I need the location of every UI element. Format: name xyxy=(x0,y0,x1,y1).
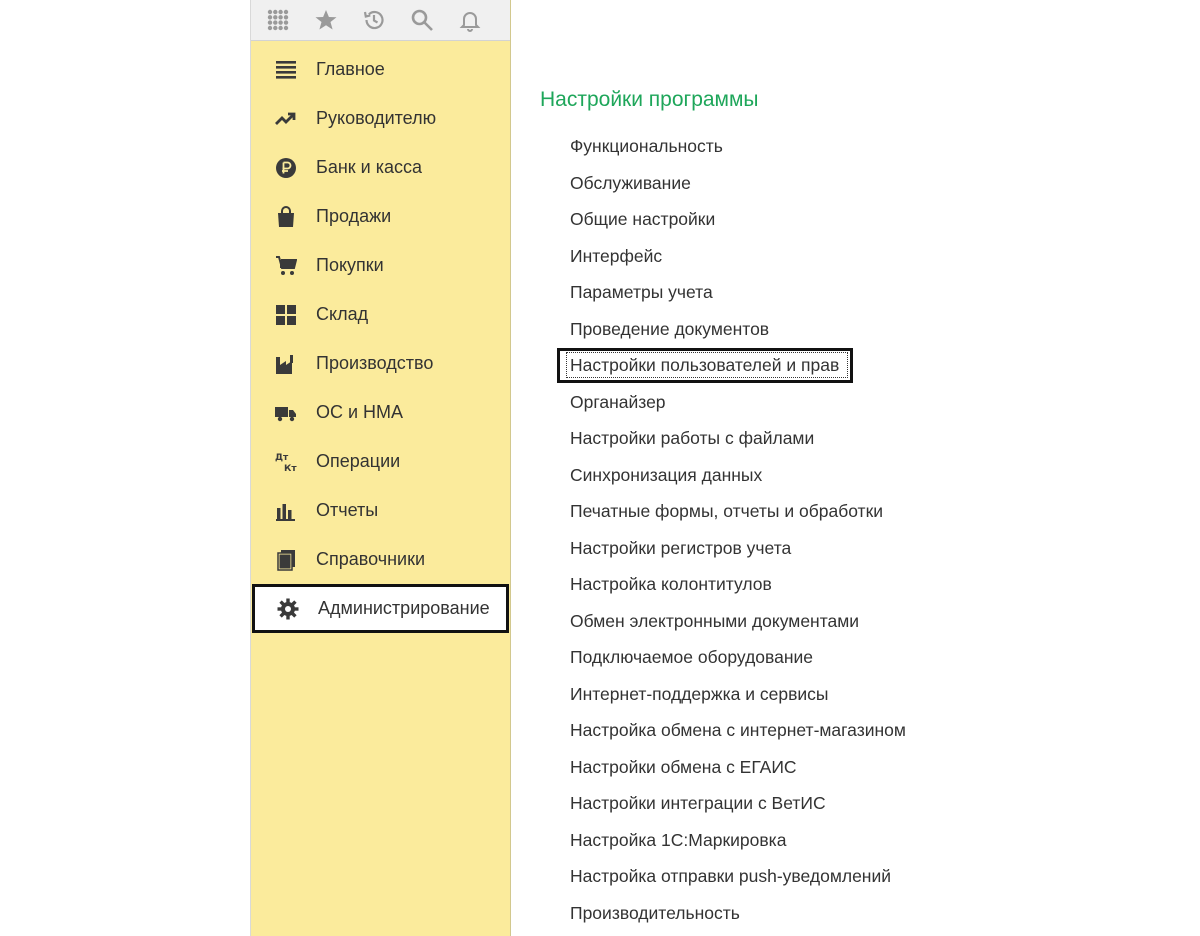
settings-link-accounting-parameters[interactable]: Параметры учета xyxy=(570,274,906,311)
sidebar-item-reports[interactable]: Отчеты xyxy=(251,486,510,535)
settings-list: Функциональность Обслуживание Общие наст… xyxy=(557,128,906,932)
settings-link-eshop-exchange[interactable]: Настройка обмена с интернет-магазином xyxy=(570,712,906,749)
settings-link-general[interactable]: Общие настройки xyxy=(570,201,906,238)
apps-grid-icon[interactable] xyxy=(265,7,291,33)
sidebar-item-production[interactable]: Производство xyxy=(251,339,510,388)
sidebar-item-purchases[interactable]: Покупки xyxy=(251,241,510,290)
settings-link-file-settings[interactable]: Настройки работы с файлами xyxy=(570,420,906,457)
sidebar-item-assets[interactable]: ОС и НМА xyxy=(251,388,510,437)
sidebar-item-label: Операции xyxy=(316,451,401,471)
section-nav: Главное Руководителю Банк и касса Продаж… xyxy=(251,45,510,633)
settings-link-maintenance[interactable]: Обслуживание xyxy=(570,165,906,202)
settings-link-organizer[interactable]: Органайзер xyxy=(570,384,906,421)
settings-link-internet-support[interactable]: Интернет-поддержка и сервисы xyxy=(570,676,906,713)
history-icon[interactable] xyxy=(361,7,387,33)
page-title: Настройки программы xyxy=(540,88,759,111)
sidebar-item-manager[interactable]: Руководителю xyxy=(251,94,510,143)
sidebar: Главное Руководителю Банк и касса Продаж… xyxy=(250,0,511,936)
settings-link-egais[interactable]: Настройки обмена с ЕГАИС xyxy=(570,749,906,786)
svg-text:Кт: Кт xyxy=(284,464,297,473)
settings-link-functionality[interactable]: Функциональность xyxy=(570,128,906,165)
sidebar-item-operations[interactable]: Дт Кт Операции xyxy=(251,437,510,486)
bar-chart-icon xyxy=(274,499,298,523)
sidebar-item-bank[interactable]: Банк и касса xyxy=(251,143,510,192)
cart-icon xyxy=(274,254,298,278)
dt-kt-icon: Дт Кт xyxy=(274,450,298,474)
ruble-icon xyxy=(274,156,298,180)
sidebar-item-warehouse[interactable]: Склад xyxy=(251,290,510,339)
trend-icon xyxy=(274,107,298,131)
sidebar-item-label: Администрирование xyxy=(318,598,490,618)
settings-link-print-forms[interactable]: Печатные формы, отчеты и обработки xyxy=(570,493,906,530)
sidebar-item-directories[interactable]: Справочники xyxy=(251,535,510,584)
settings-link-data-sync[interactable]: Синхронизация данных xyxy=(570,457,906,494)
settings-link-equipment[interactable]: Подключаемое оборудование xyxy=(570,639,906,676)
warehouse-icon xyxy=(274,303,298,327)
sidebar-item-sales[interactable]: Продажи xyxy=(251,192,510,241)
shopping-bag-icon xyxy=(274,205,298,229)
gear-icon xyxy=(276,597,300,621)
truck-icon xyxy=(274,401,298,425)
settings-link-interface[interactable]: Интерфейс xyxy=(570,238,906,275)
factory-icon xyxy=(274,352,298,376)
sidebar-item-main[interactable]: Главное xyxy=(251,45,510,94)
settings-link-registers[interactable]: Настройки регистров учета xyxy=(570,530,906,567)
sidebar-item-label: Производство xyxy=(316,353,434,373)
menu-lines-icon xyxy=(274,58,298,82)
sidebar-item-label: Главное xyxy=(316,59,385,79)
sidebar-item-label: Покупки xyxy=(316,255,384,275)
settings-link-vetis[interactable]: Настройки интеграции с ВетИС xyxy=(570,785,906,822)
settings-link-headers-footers[interactable]: Настройка колонтитулов xyxy=(570,566,906,603)
books-icon xyxy=(274,548,298,572)
settings-link-marking[interactable]: Настройка 1С:Маркировка xyxy=(570,822,906,859)
settings-link-document-posting[interactable]: Проведение документов xyxy=(570,311,906,348)
sidebar-item-label: Банк и касса xyxy=(316,157,422,177)
svg-text:Дт: Дт xyxy=(275,453,289,463)
sidebar-item-label: Продажи xyxy=(316,206,392,226)
settings-link-performance[interactable]: Производительность xyxy=(570,895,906,932)
sidebar-item-label: ОС и НМА xyxy=(316,402,404,422)
star-icon[interactable] xyxy=(313,7,339,33)
sidebar-item-label: Справочники xyxy=(316,549,426,569)
search-icon[interactable] xyxy=(409,7,435,33)
settings-link-push[interactable]: Настройка отправки push-уведомлений xyxy=(570,858,906,895)
settings-link-users-and-rights[interactable]: Настройки пользователей и прав xyxy=(557,347,906,384)
toolbar xyxy=(251,0,510,41)
sidebar-item-label: Руководителю xyxy=(316,108,437,128)
bell-icon[interactable] xyxy=(457,7,483,33)
settings-link-edi[interactable]: Обмен электронными документами xyxy=(570,603,906,640)
sidebar-item-label: Отчеты xyxy=(316,500,379,520)
sidebar-item-label: Склад xyxy=(316,304,369,324)
sidebar-item-administration[interactable]: Администрирование xyxy=(252,584,509,633)
